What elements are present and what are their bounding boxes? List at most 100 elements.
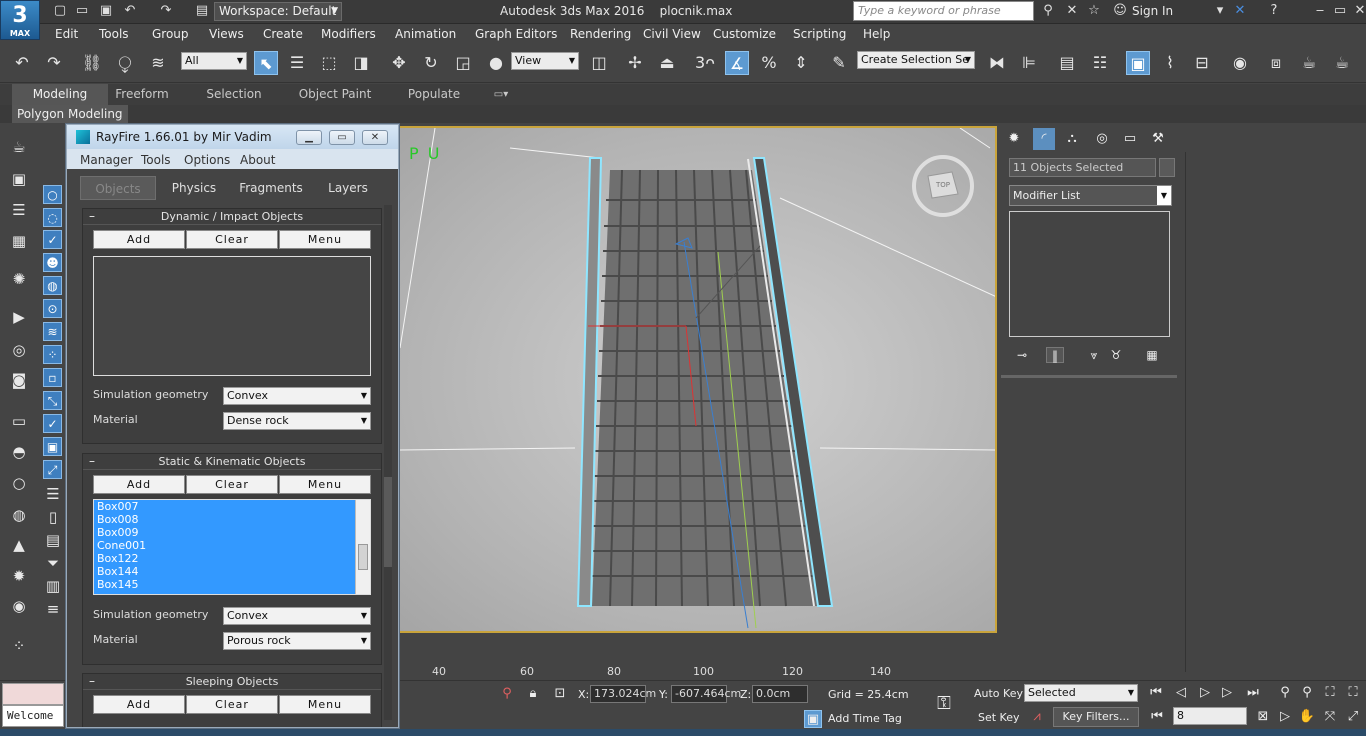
hemisphere-icon[interactable]: ◓: [7, 441, 31, 463]
maxscript-listener-input[interactable]: [2, 683, 64, 705]
selection-set-dropdown[interactable]: Selected ▼: [1024, 684, 1138, 702]
table-icon[interactable]: ▦: [7, 230, 31, 252]
add-sleeping-button[interactable]: Add: [93, 695, 185, 714]
bolt-icon[interactable]: ✓: [43, 414, 62, 433]
default-tangents-icon[interactable]: ⩘: [1028, 708, 1046, 726]
sheet-icon[interactable]: ▤: [41, 529, 65, 551]
current-frame-field[interactable]: 8: [1173, 707, 1247, 725]
rotate-icon[interactable]: ↻: [419, 51, 443, 75]
z-coordinate-field[interactable]: 0.0cm: [752, 685, 808, 703]
clear-static-button[interactable]: Clear: [186, 475, 278, 494]
workspace-dropdown[interactable]: Workspace: Default ▼: [214, 2, 342, 21]
communication-center-icon[interactable]: ✕: [1064, 3, 1080, 19]
tab-physics[interactable]: Physics: [159, 176, 229, 200]
render-icon[interactable]: ▣: [7, 168, 31, 190]
list-item[interactable]: Box145: [94, 578, 370, 591]
modifier-list-dropdown[interactable]: Modifier List ▼: [1009, 185, 1172, 206]
ribbon-options-icon[interactable]: ▭▾: [486, 84, 516, 105]
bars-icon[interactable]: ≡: [41, 598, 65, 620]
shapes-icon[interactable]: ◌: [43, 208, 62, 227]
set-key-button[interactable]: Set Key: [978, 711, 1020, 724]
rollout-header[interactable]: – Static & Kinematic Objects: [83, 454, 381, 470]
menu-help[interactable]: Help: [863, 27, 890, 41]
play-icon[interactable]: ▷: [1196, 684, 1214, 702]
maximize-icon[interactable]: ▭: [1332, 3, 1348, 19]
view-cube[interactable]: TOP: [912, 155, 974, 217]
mirror-icon[interactable]: ⧓: [985, 51, 1009, 75]
link-icon[interactable]: ⛓: [80, 51, 104, 75]
next-frame-icon[interactable]: ▷: [1218, 684, 1236, 702]
sign-in-link[interactable]: Sign In: [1132, 4, 1173, 18]
scrollbar-thumb[interactable]: [358, 544, 368, 570]
rollout-header[interactable]: – Sleeping Objects: [83, 674, 381, 690]
selection-filter-dropdown[interactable]: All ▼: [181, 52, 247, 70]
rollout-header[interactable]: – Dynamic / Impact Objects: [83, 209, 381, 225]
simulation-geometry-dropdown[interactable]: Convex ▼: [223, 607, 371, 625]
field-of-view-icon[interactable]: ▷: [1276, 708, 1294, 726]
undo-icon[interactable]: ↶: [10, 51, 34, 75]
rf-menu-manager[interactable]: Manager: [80, 153, 133, 167]
graphite-ribbon-icon[interactable]: ▣: [1126, 51, 1150, 75]
window-crossing-icon[interactable]: ◨: [349, 51, 373, 75]
menu-animation[interactable]: Animation: [395, 27, 456, 41]
favorites-star-icon[interactable]: ☆: [1086, 3, 1102, 19]
display-panel-icon[interactable]: ▭: [1119, 128, 1141, 150]
isolate-icon[interactable]: ⚲: [498, 685, 516, 703]
list-scrollbar[interactable]: [355, 500, 370, 594]
tab-selection[interactable]: Selection: [200, 84, 268, 105]
curve-editor-icon[interactable]: ⌇: [1158, 51, 1182, 75]
video-camera-icon[interactable]: ◙: [7, 369, 31, 391]
dots-icon[interactable]: ⁘: [43, 345, 62, 364]
list-item[interactable]: Box009: [94, 526, 370, 539]
percent-snap-icon[interactable]: %: [757, 51, 781, 75]
edit-named-selection-icon[interactable]: ✎: [827, 51, 851, 75]
tab-modeling[interactable]: Modeling: [12, 84, 108, 105]
open-file-icon[interactable]: ▭: [74, 3, 90, 19]
spinner-snap-icon[interactable]: ⇕: [789, 51, 813, 75]
previous-frame-icon[interactable]: ◁: [1172, 684, 1190, 702]
move-icon[interactable]: ✥: [387, 51, 411, 75]
arrow-out-icon[interactable]: ⤢: [43, 460, 62, 479]
utilities-panel-icon[interactable]: ⚒: [1147, 128, 1169, 150]
show-end-result-icon[interactable]: ‖: [1046, 347, 1064, 363]
create-panel-icon[interactable]: ✹: [1003, 128, 1025, 150]
motion-panel-icon[interactable]: ◎: [1091, 128, 1113, 150]
list-item[interactable]: Box007: [94, 500, 370, 513]
new-file-icon[interactable]: ▢: [52, 3, 68, 19]
zoom-icon[interactable]: ⚲: [1276, 684, 1294, 702]
material-dropdown[interactable]: Dense rock ▼: [223, 412, 371, 430]
menu-rendering[interactable]: Rendering: [570, 27, 631, 41]
object-name-field[interactable]: 11 Objects Selected: [1009, 158, 1156, 177]
maximize-viewport-icon[interactable]: ⤢: [1344, 708, 1362, 726]
rf-menu-tools[interactable]: Tools: [141, 153, 171, 167]
cone-icon[interactable]: ▲: [7, 534, 31, 556]
teapot-icon[interactable]: ☕: [7, 136, 31, 158]
add-time-tag-button[interactable]: Add Time Tag: [828, 712, 902, 725]
auto-key-button[interactable]: Auto Key: [974, 687, 1023, 700]
glass-icon[interactable]: ▣: [43, 437, 62, 456]
schematic-view-icon[interactable]: ⊟: [1190, 51, 1214, 75]
tab-objects[interactable]: Objects: [80, 176, 156, 200]
list-item[interactable]: Box008: [94, 513, 370, 526]
clear-sleeping-button[interactable]: Clear: [186, 695, 278, 714]
close-icon[interactable]: ✕: [1352, 3, 1366, 19]
pin-stack-icon[interactable]: ⊸: [1013, 347, 1031, 363]
spacewarp-icon[interactable]: ◍: [43, 276, 62, 295]
configure-sets-icon[interactable]: ▦: [1143, 347, 1161, 363]
go-to-start-icon[interactable]: ⏮: [1147, 684, 1165, 702]
material-editor-icon[interactable]: ◉: [1228, 51, 1252, 75]
list-icon[interactable]: ☰: [41, 483, 65, 505]
y-coordinate-field[interactable]: -607.464cm: [671, 685, 741, 703]
viewport-label[interactable]: P U: [409, 144, 441, 163]
rayfire-title-bar[interactable]: RayFire 1.66.01 by Mir Vadim ▁ ▭ ✕: [67, 125, 398, 149]
minimize-icon[interactable]: ‒: [1312, 3, 1328, 19]
menu-scripting[interactable]: Scripting: [793, 27, 846, 41]
list-item[interactable]: Cone001: [94, 539, 370, 552]
search-input[interactable]: Type a keyword or phrase: [853, 1, 1034, 21]
rayfire-scrollbar[interactable]: [384, 205, 392, 720]
key-mode-icon[interactable]: ⏮: [1148, 708, 1166, 726]
light-bulb-icon[interactable]: ✺: [7, 268, 31, 290]
modify-panel-icon[interactable]: ◜: [1033, 128, 1055, 150]
rf-menu-about[interactable]: About: [240, 153, 275, 167]
menu-static-button[interactable]: Menu: [279, 475, 371, 494]
